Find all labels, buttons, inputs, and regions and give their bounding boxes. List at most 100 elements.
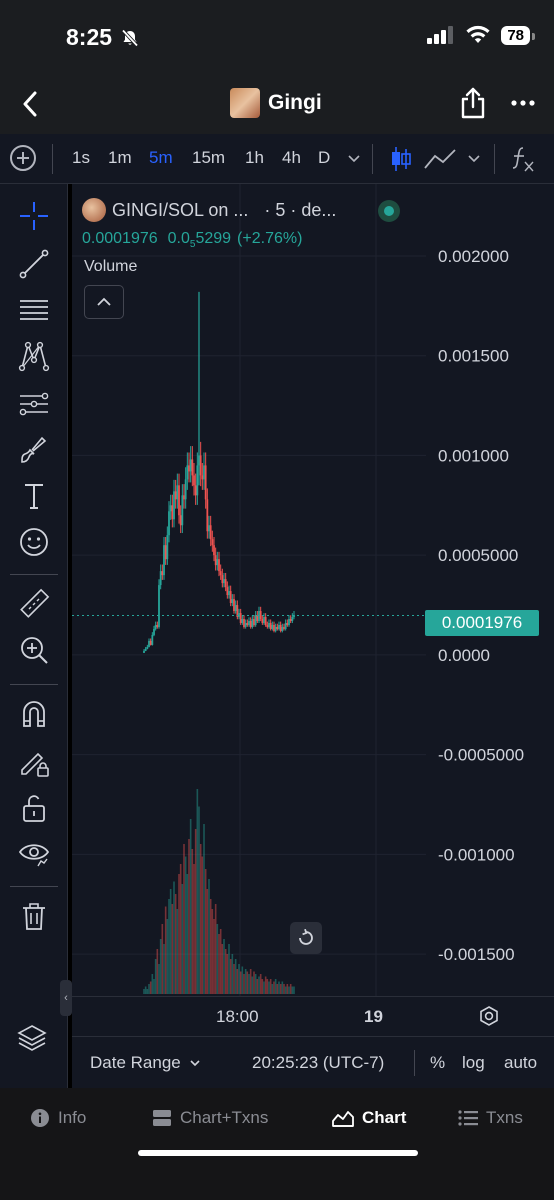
volume-bar [266,979,269,994]
add-symbol-button[interactable] [10,145,36,171]
tools-divider [10,886,58,887]
emoji-tool[interactable] [16,524,52,560]
candle-body [273,624,275,631]
timeframe-4h[interactable]: 4h [282,148,301,168]
timeframe-1m[interactable]: 1m [108,148,132,168]
chart-panel[interactable]: 0.002000 0.001500 0.001000 0.0005000 0.0000 -… [72,184,554,996]
tab-txns[interactable]: Txns [458,1108,523,1128]
collapse-legend-button[interactable] [84,285,124,319]
drawing-toolbar [0,184,68,1088]
candlestick-icon[interactable] [390,145,412,173]
timezone-clock[interactable]: 20:25:23 (UTC-7) [252,1053,384,1073]
candle-body [184,479,187,500]
volume-bar [274,979,277,994]
pattern-tool[interactable] [16,338,52,374]
info-icon [31,1109,49,1127]
volume-bar [258,976,260,994]
trend-line-icon [19,249,49,279]
volume-bar [178,874,180,994]
candle-body [261,618,264,623]
chart-legend[interactable]: GINGI/SOL on ... · 5 · de... [82,198,336,222]
timeframe-1s[interactable]: 1s [72,148,90,168]
fib-retracement-tool[interactable] [16,292,52,328]
text-tool[interactable] [16,478,52,514]
candle-body [289,618,292,621]
timeframe-15m[interactable]: 15m [192,148,225,168]
share-button[interactable] [458,86,488,120]
volume-bar [164,906,167,994]
forecast-icon [19,392,49,416]
collapse-toolbar-handle[interactable]: ‹ [60,980,72,1016]
brush-tool[interactable] [16,432,52,468]
price-chart[interactable]: 0.002000 0.001500 0.001000 0.0005000 0.0000 -… [72,184,554,996]
candle-body [148,640,150,647]
candle-body [174,491,177,500]
tab-info[interactable]: Info [30,1108,86,1128]
volume-bar [146,989,149,994]
lock-all-tool[interactable] [16,790,52,826]
zoom-tool[interactable] [16,632,52,668]
candle-body [269,622,272,629]
volume-bar [281,981,284,994]
time-tick: 18:00 [216,1007,259,1026]
volume-bar [256,979,259,994]
cellular-signal-icon [427,26,454,44]
volume-bar [221,944,224,994]
candle-body [196,465,199,496]
volume-bar [161,924,164,994]
candle-body [221,575,224,584]
visibility-tool[interactable] [16,836,52,872]
line-chart-icon[interactable] [424,148,456,170]
time-axis[interactable]: 18:00 19 [72,996,554,1036]
status-indicators: 78 [427,25,535,45]
price-axis-tick: -0.0005000 [438,746,524,765]
volume-bar [173,881,175,994]
volume-bar [239,971,242,994]
token-avatar [82,198,106,222]
more-options-button[interactable] [508,88,538,118]
price-axis-tick: 0.0000 [438,646,490,665]
lock-drawing-tool[interactable] [16,744,52,780]
timeframe-d[interactable]: D [318,148,330,168]
percent-scale-toggle[interactable]: % [430,1053,445,1073]
tab-chart-txns[interactable]: Chart+Txns [152,1108,268,1128]
trend-line-tool[interactable] [16,246,52,282]
log-scale-toggle[interactable]: log [462,1053,485,1073]
tab-label: Info [58,1108,87,1127]
prediction-tool[interactable] [16,386,52,422]
volume-indicator-label[interactable]: Volume [84,258,137,276]
toolbar-divider [494,144,495,174]
auto-scale-toggle[interactable]: auto [504,1053,537,1073]
date-range-button[interactable]: Date Range [90,1053,201,1073]
object-tree-tool[interactable] [16,1022,52,1058]
measure-tool[interactable] [16,586,52,622]
volume-bar [249,969,252,994]
volume-bar [204,869,207,994]
candle-body [163,545,165,576]
timeframe-5m[interactable]: 5m [149,148,173,168]
reset-chart-button[interactable] [290,922,322,954]
chart-settings-icon[interactable] [478,1005,500,1027]
candle-body [159,571,162,586]
back-button[interactable] [12,86,48,122]
volume-bar [193,864,195,994]
status-time: 8:25 [66,24,140,51]
candle-body [279,624,282,631]
delete-tool[interactable] [16,898,52,934]
home-indicator [138,1150,418,1156]
volume-bar [218,934,220,994]
tab-chart[interactable]: Chart [332,1108,406,1128]
crosshair-tool[interactable] [16,198,52,234]
timeframe-1h[interactable]: 1h [245,148,264,168]
bell-muted-icon [121,28,139,47]
unlock-icon [23,795,45,822]
price-change-percent: (+2.76%) [237,230,303,247]
chevron-down-icon[interactable] [466,150,482,166]
price-change: 0.055299 [167,230,232,251]
chevron-down-icon[interactable] [346,150,362,166]
indicators-fx-icon[interactable] [510,145,536,173]
candle-body [189,459,192,472]
magnet-tool[interactable] [16,696,52,732]
volume-bar [226,954,229,994]
candle-body [153,628,155,635]
